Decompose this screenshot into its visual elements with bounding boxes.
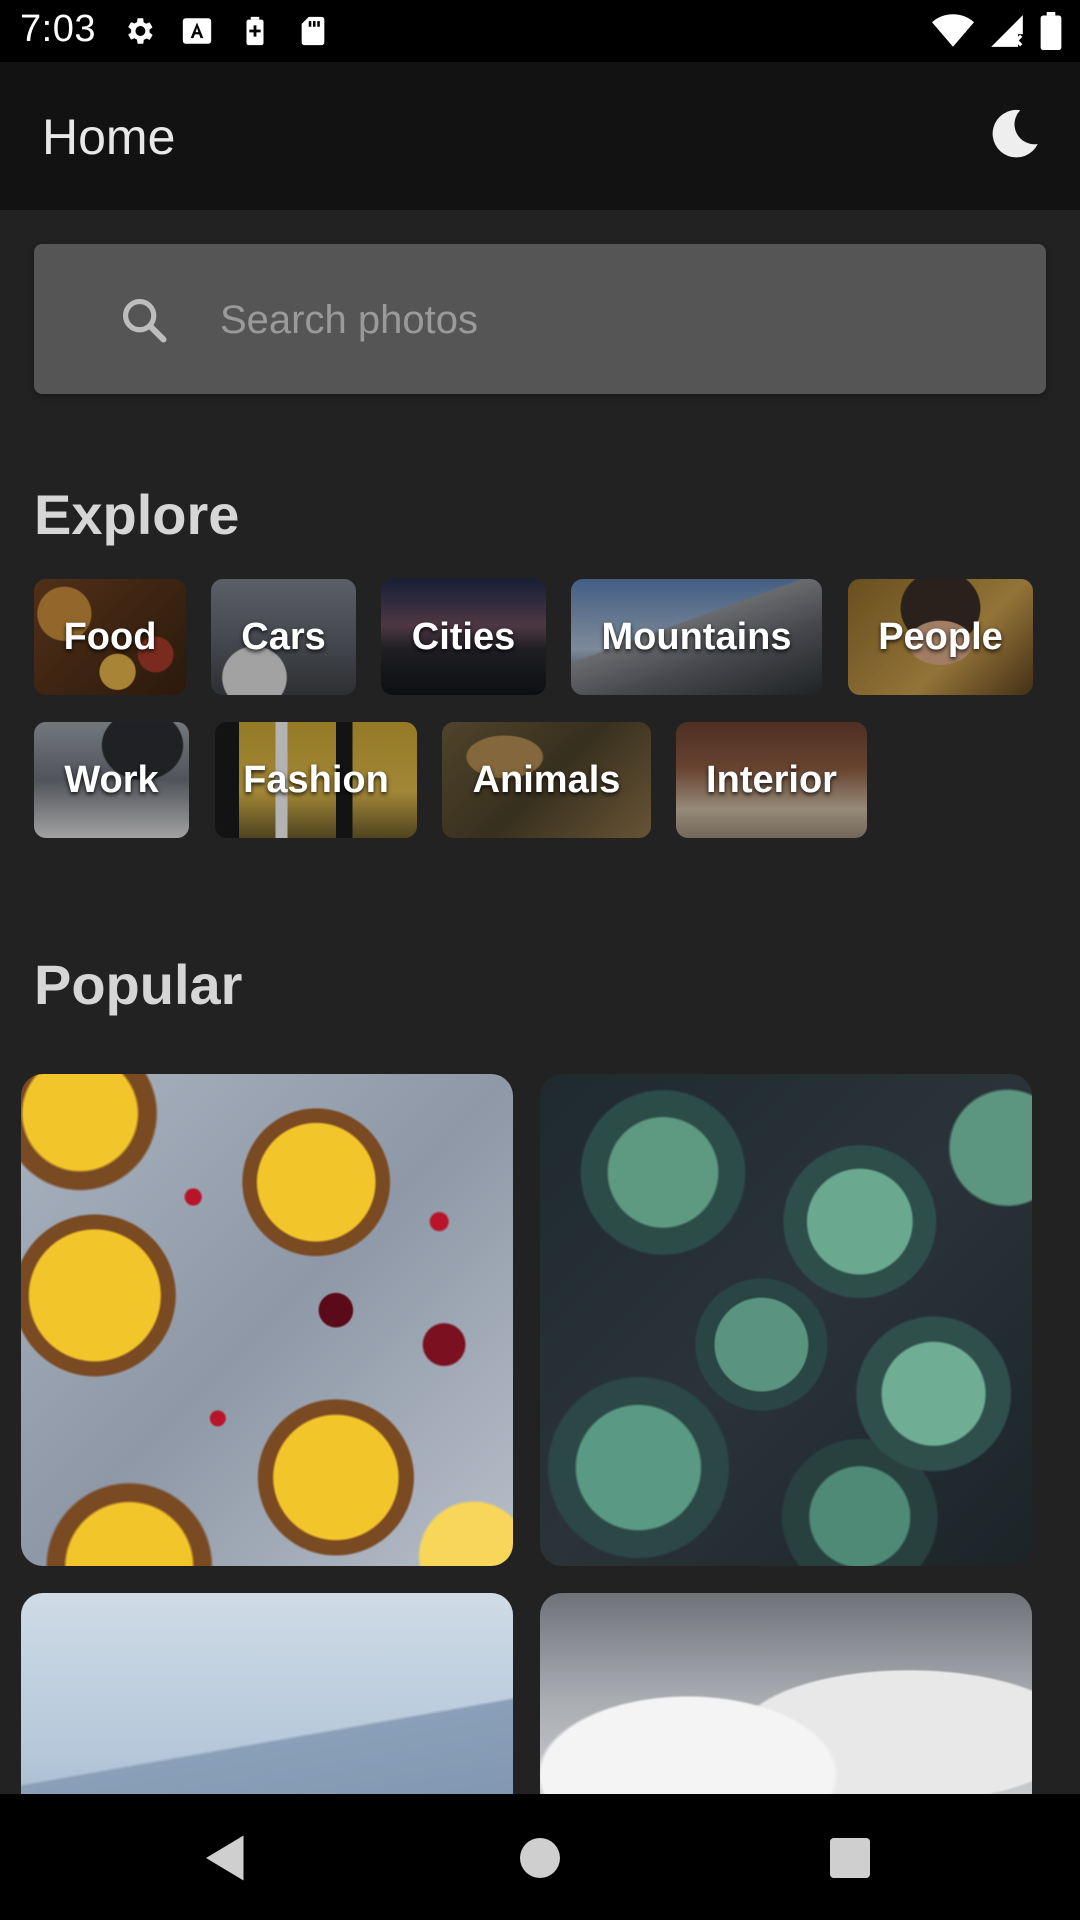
category-label: Food: [63, 615, 157, 658]
popular-photo[interactable]: [21, 1074, 513, 1566]
search-icon: [122, 298, 167, 343]
search-input[interactable]: [218, 286, 1002, 354]
back-icon[interactable]: [196, 1828, 256, 1888]
search-bar[interactable]: [34, 244, 1046, 394]
app-bar: Home: [0, 62, 1080, 210]
popular-section-title: Popular: [34, 953, 243, 1016]
category-label: Cities: [411, 615, 516, 658]
font-icon: [182, 18, 212, 44]
category-chip-food[interactable]: Food: [34, 579, 186, 695]
page-title: Home: [42, 109, 176, 165]
battery-icon: [1040, 12, 1062, 50]
settings-icon: [128, 18, 153, 44]
status-time: 7:03: [20, 8, 96, 50]
status-bar: 7:03: [0, 0, 1080, 62]
screen: 7:03 Home Search photos Explore Food Car…: [0, 0, 1080, 1920]
category-label: Fashion: [243, 758, 389, 801]
status-right-icons: [932, 12, 1062, 50]
wifi-icon: [932, 14, 974, 47]
moon-icon[interactable]: [984, 104, 1044, 164]
status-left-icons: [122, 14, 330, 48]
category-chip-work[interactable]: Work: [34, 722, 189, 838]
no-signal-icon: [991, 15, 1023, 47]
battery-plus-icon: [246, 16, 264, 46]
category-chip-cities[interactable]: Cities: [381, 579, 546, 695]
category-chip-mountains[interactable]: Mountains: [571, 579, 822, 695]
home-icon[interactable]: [510, 1828, 570, 1888]
category-label: Mountains: [601, 615, 792, 658]
category-chip-animals[interactable]: Animals: [442, 722, 651, 838]
navigation-bar: [0, 1794, 1080, 1920]
category-chip-cars[interactable]: Cars: [211, 579, 356, 695]
category-label: Animals: [472, 758, 621, 801]
popular-photo[interactable]: [540, 1074, 1032, 1566]
category-label: Interior: [706, 758, 837, 801]
category-chip-people[interactable]: People: [848, 579, 1033, 695]
category-chip-fashion[interactable]: Fashion: [215, 722, 417, 838]
explore-section-title: Explore: [34, 483, 240, 546]
category-label: People: [878, 615, 1003, 658]
recents-icon[interactable]: [820, 1828, 880, 1888]
category-label: Cars: [241, 615, 326, 658]
sd-card-icon: [301, 16, 325, 46]
category-chip-interior[interactable]: Interior: [676, 722, 867, 838]
category-label: Work: [64, 758, 159, 801]
